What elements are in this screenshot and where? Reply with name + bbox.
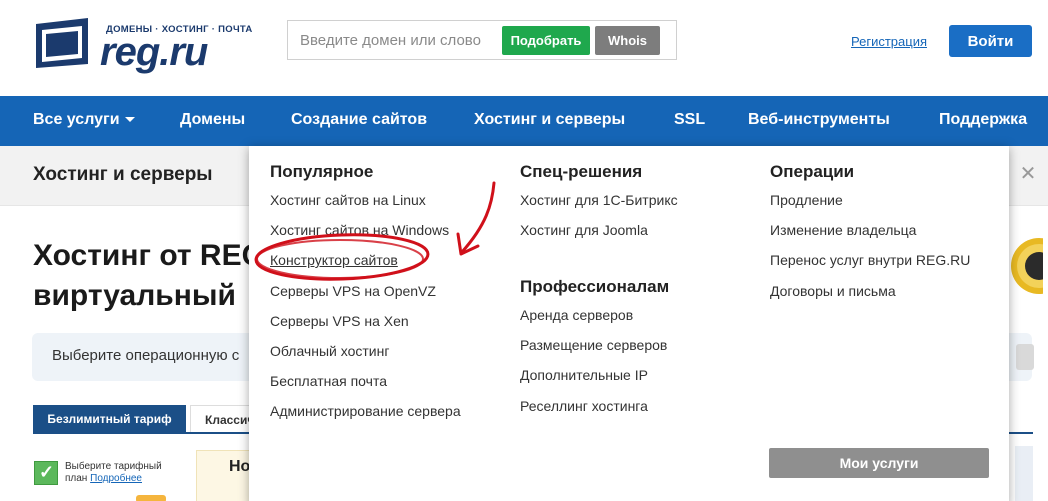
page-title-line2: виртуальный xyxy=(33,279,236,312)
menu-link-free-mail[interactable]: Бесплатная почта xyxy=(270,373,387,389)
menu-link-windows-hosting[interactable]: Хостинг сайтов на Windows xyxy=(270,222,449,238)
register-link[interactable]: Регистрация xyxy=(851,34,927,49)
domain-search-input[interactable] xyxy=(288,21,502,59)
quality-seal-icon xyxy=(1011,238,1043,294)
logo-flag-icon xyxy=(36,18,88,68)
menu-link-vps-xen[interactable]: Серверы VPS на Xen xyxy=(270,313,409,329)
close-icon[interactable]: ✕ xyxy=(1019,164,1037,184)
my-services-button[interactable]: Мои услуги xyxy=(769,448,989,478)
whois-button[interactable]: Whois xyxy=(595,26,660,55)
nav-item-label: Все услуги xyxy=(33,111,120,128)
menu-link-linux-hosting[interactable]: Хостинг сайтов на Linux xyxy=(270,192,426,208)
operations-heading: Операции xyxy=(770,162,855,181)
tab-classic[interactable]: Классич xyxy=(190,405,250,433)
logo[interactable]: ДОМЕНЫ · ХОСТИНГ · ПОЧТА reg.ru xyxy=(34,18,252,74)
popular-heading: Популярное xyxy=(270,162,374,181)
pro-heading: Профессионалам xyxy=(520,277,670,296)
nav-ssl[interactable]: SSL xyxy=(674,96,705,146)
tab-unlimited[interactable]: Безлимитный тариф xyxy=(33,405,186,433)
menu-link-server-rent[interactable]: Аренда серверов xyxy=(520,307,633,323)
domain-search: Подобрать Whois xyxy=(287,20,677,60)
plan-details-link[interactable]: Подробнее xyxy=(90,473,142,484)
menu-link-joomla-hosting[interactable]: Хостинг для Joomla xyxy=(520,222,648,238)
nav-web-tools[interactable]: Веб-инструменты xyxy=(748,96,890,146)
nav-all-services[interactable]: Все услуги xyxy=(33,96,135,146)
plan-hint-line1: Выберите тарифный xyxy=(65,461,162,472)
plan-hint-line2: план xyxy=(65,473,88,484)
menu-link-reseller[interactable]: Реселлинг хостинга xyxy=(520,398,648,414)
os-selector-label: Выберите операционную с xyxy=(52,347,240,364)
menu-link-owner-change[interactable]: Изменение владельца xyxy=(770,222,916,238)
plan-card-title: Но xyxy=(229,458,251,475)
nav-hosting-servers[interactable]: Хостинг и серверы xyxy=(474,96,625,146)
caret-down-icon xyxy=(124,117,135,123)
menu-link-colocation[interactable]: Размещение серверов xyxy=(520,337,667,353)
menu-link-contracts[interactable]: Договоры и письма xyxy=(770,283,896,299)
main-nav: Все услуги Домены Создание сайтов Хостин… xyxy=(0,96,1048,146)
menu-link-bitrix-hosting[interactable]: Хостинг для 1С-Битрикс xyxy=(520,192,678,208)
plan-card-right xyxy=(1015,446,1033,501)
login-button[interactable]: Войти xyxy=(949,25,1032,57)
menu-link-extra-ip[interactable]: Дополнительные IP xyxy=(520,367,648,383)
logo-text: reg.ru xyxy=(100,30,208,74)
section-title: Хостинг и серверы xyxy=(33,164,213,185)
menu-link-service-transfer[interactable]: Перенос услуг внутри REG.RU xyxy=(770,252,970,268)
nav-domains[interactable]: Домены xyxy=(180,96,245,146)
site-header: ДОМЕНЫ · ХОСТИНГ · ПОЧТА reg.ru Подобрат… xyxy=(0,0,1048,96)
page-title-line1: Хостинг от REG xyxy=(33,239,265,272)
pick-domain-button[interactable]: Подобрать xyxy=(502,26,590,55)
nav-site-building[interactable]: Создание сайтов xyxy=(291,96,427,146)
page-title: Хостинг от REG виртуальный xyxy=(33,236,265,316)
plan-badge xyxy=(136,495,166,501)
menu-link-cloud-hosting[interactable]: Облачный хостинг xyxy=(270,343,389,359)
menu-link-vps-openvz[interactable]: Серверы VPS на OpenVZ xyxy=(270,283,436,299)
plan-hint: Выберите тарифный план Подробнее xyxy=(65,461,175,485)
checkmark-icon xyxy=(34,461,58,485)
menu-link-server-admin[interactable]: Администрирование сервера xyxy=(270,403,461,419)
menu-link-site-builder[interactable]: Конструктор сайтов xyxy=(270,252,398,268)
os-select-button[interactable] xyxy=(1016,344,1034,370)
special-heading: Спец-решения xyxy=(520,162,643,181)
menu-link-renewal[interactable]: Продление xyxy=(770,192,843,208)
nav-support[interactable]: Поддержка xyxy=(939,96,1027,146)
